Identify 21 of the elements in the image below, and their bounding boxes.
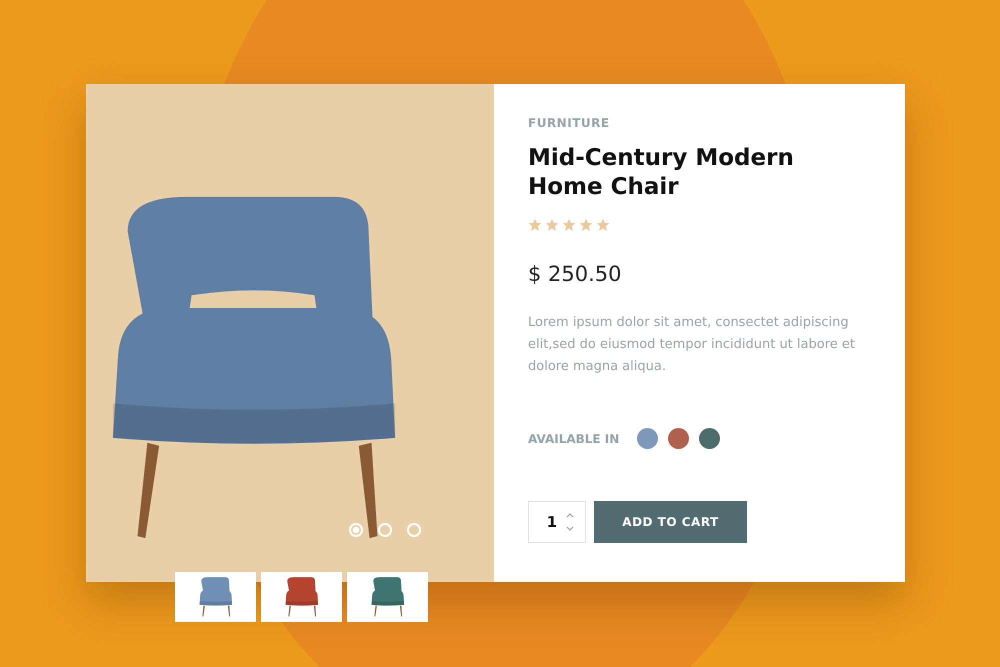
slide-dot[interactable] xyxy=(407,523,421,537)
color-swatch[interactable] xyxy=(637,428,658,449)
thumbnail[interactable] xyxy=(175,572,256,622)
add-to-cart-button[interactable]: ADD TO CART xyxy=(594,501,747,543)
color-swatch[interactable] xyxy=(699,428,720,449)
price: $ 250.50 xyxy=(528,262,623,286)
category-label: FURNITURE xyxy=(528,116,611,130)
product-description: Lorem ipsum dolor sit amet, consectet adipiscing elit,sed do eiusmod tempor incididunt ut labore et dolore magna aliqua. xyxy=(528,314,856,376)
thumbnail[interactable] xyxy=(261,572,342,622)
star-icon xyxy=(528,218,542,232)
product-title: Mid-Century Modern Home Chair xyxy=(528,144,795,202)
quantity-field[interactable]: 1 xyxy=(528,501,586,543)
color-swatch[interactable] xyxy=(668,428,690,449)
star-icon xyxy=(579,218,593,232)
available-label: AVAILABLE IN xyxy=(528,432,620,446)
slide-dot[interactable] xyxy=(378,523,392,537)
slide-dot[interactable] xyxy=(349,523,363,537)
thumbnail[interactable] xyxy=(347,572,428,622)
star-icon xyxy=(545,218,559,232)
star-icon xyxy=(562,218,576,232)
star-icon xyxy=(596,218,610,232)
